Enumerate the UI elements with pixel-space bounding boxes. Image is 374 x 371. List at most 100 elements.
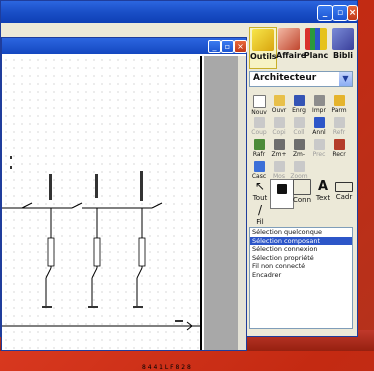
paste-button[interactable]: Coll — [289, 117, 309, 141]
redo-label: Refr — [332, 129, 346, 136]
arrow-cursor-icon: ↖ — [254, 179, 266, 193]
save-icon — [293, 95, 305, 106]
redraw-icon — [333, 139, 345, 150]
frame-icon — [335, 182, 353, 192]
save-button[interactable]: Enrg — [289, 95, 309, 119]
category-dropdown[interactable]: Architecteur ▼ — [249, 71, 353, 87]
redraw-button[interactable]: Recr — [329, 139, 349, 163]
component-icon — [277, 184, 287, 194]
wire-label: Fil — [256, 218, 264, 226]
list-item[interactable]: Sélection quelconque — [250, 228, 352, 237]
list-item-selected[interactable]: Sélection composant — [250, 236, 352, 245]
redraw-label: Recr — [332, 151, 346, 158]
maximize-icon[interactable]: ▫ — [332, 5, 348, 21]
zoom-in-icon — [273, 139, 285, 150]
tab-bibli[interactable]: Bibli — [330, 27, 356, 67]
cascade-icon — [253, 161, 265, 172]
vertical-scrollbar[interactable] — [238, 56, 246, 350]
redo-icon — [333, 117, 345, 128]
copy-label: Copi — [272, 129, 286, 136]
frame-label: Cadr — [335, 193, 353, 201]
list-item[interactable]: Sélection connexion — [250, 245, 352, 254]
open-folder-icon — [273, 95, 285, 106]
new-file-icon — [252, 95, 266, 108]
drawing-close-icon[interactable]: × — [234, 40, 247, 53]
copy-icon — [273, 117, 285, 128]
drawing-window-title-bar[interactable]: _ ▫ × — [2, 38, 247, 54]
book-icon — [332, 28, 354, 50]
tile-icon — [273, 161, 285, 172]
previous-button[interactable]: Prec — [309, 139, 329, 163]
cut-label: Coup — [251, 129, 267, 136]
print-icon — [313, 95, 325, 106]
cut-icon — [253, 117, 265, 128]
minimize-icon[interactable]: _ — [317, 5, 333, 21]
tab-planc-label: Planc — [303, 51, 329, 60]
connect-button[interactable]: Conn — [291, 179, 313, 207]
list-item[interactable]: Fil non connecté — [250, 262, 352, 271]
tab-planc[interactable]: Planc — [303, 27, 329, 67]
undo-icon — [313, 117, 325, 128]
frame-button[interactable]: Cadr — [333, 179, 355, 207]
zoom-in-button[interactable]: Zm+ — [269, 139, 289, 163]
zoom-icon — [293, 161, 305, 172]
new-label: Nouv — [251, 109, 267, 116]
schematic-drawing — [2, 56, 202, 361]
paste-icon — [293, 117, 305, 128]
new-button[interactable]: Nouv — [249, 95, 269, 119]
zoom-out-button[interactable]: Zm- — [289, 139, 309, 163]
connect-icon — [293, 179, 311, 195]
refresh-button[interactable]: Rafr — [249, 139, 269, 163]
params-button[interactable]: Parm — [329, 95, 349, 119]
previous-label: Prec — [312, 151, 326, 158]
tab-affaire-label: Affaire — [276, 51, 307, 60]
params-label: Parm — [331, 107, 347, 114]
tab-outils-label: Outils — [250, 52, 277, 61]
grid-icon — [305, 28, 327, 50]
refresh-label: Rafr — [252, 151, 266, 158]
print-button[interactable]: Impr — [309, 95, 329, 119]
wire-icon: / — [257, 203, 263, 217]
copy-button[interactable]: Copi — [269, 117, 289, 141]
open-label: Ouvr — [271, 107, 287, 114]
window-title-bar[interactable]: _ ▫ × — [1, 1, 358, 23]
tools-panel: Outils Affaire Planc Bibli Architecteur … — [247, 23, 355, 336]
undo-label: Annl — [312, 129, 326, 136]
zoom-in-label: Zm+ — [271, 151, 287, 158]
cursor-icon — [252, 29, 274, 51]
drawing-footer-code: 8 4 4 1 L F 8 2 8 — [142, 364, 191, 371]
list-item[interactable]: Sélection propriété — [250, 254, 352, 263]
close-icon[interactable]: × — [347, 5, 358, 21]
drawing-maximize-icon[interactable]: ▫ — [221, 40, 234, 53]
text-icon: A — [317, 179, 329, 194]
zoom-out-label: Zm- — [292, 151, 306, 158]
sheet-border — [200, 56, 202, 350]
print-label: Impr — [312, 107, 326, 114]
chevron-down-icon[interactable]: ▼ — [339, 72, 352, 86]
schematic-sheet[interactable]: 8 4 4 1 L F 8 2 8 — [2, 56, 202, 371]
text-button[interactable]: A Text — [312, 179, 334, 207]
main-window: _ ▫ × _ ▫ × 8 4 4 1 L F 8 2 8 Outils Aff… — [0, 0, 358, 371]
drawing-minimize-icon[interactable]: _ — [208, 40, 221, 53]
tab-outils[interactable]: Outils — [249, 27, 277, 69]
cut-button[interactable]: Coup — [249, 117, 269, 141]
select-all-label: Tout — [252, 194, 268, 202]
paste-label: Coll — [293, 129, 305, 136]
selection-mode-list[interactable]: Sélection quelconque Sélection composant… — [249, 227, 353, 329]
redo-button[interactable]: Refr — [329, 117, 349, 141]
drawing-window: _ ▫ × 8 4 4 1 L F 8 2 8 — [1, 37, 247, 371]
text-label: Text — [315, 194, 331, 202]
zoom-out-icon — [293, 139, 305, 150]
tab-affaire[interactable]: Affaire — [276, 27, 306, 67]
save-label: Enrg — [292, 107, 306, 114]
previous-icon — [313, 139, 325, 150]
undo-button[interactable]: Annl — [309, 117, 329, 141]
refresh-icon — [253, 139, 265, 150]
connect-label: Conn — [292, 196, 312, 204]
list-item[interactable]: Encadrer — [250, 271, 352, 280]
params-icon — [333, 95, 345, 106]
category-value: Architecteur — [253, 73, 317, 83]
folder-icon — [278, 28, 300, 50]
tab-bibli-label: Bibli — [332, 51, 354, 60]
open-button[interactable]: Ouvr — [269, 95, 289, 119]
